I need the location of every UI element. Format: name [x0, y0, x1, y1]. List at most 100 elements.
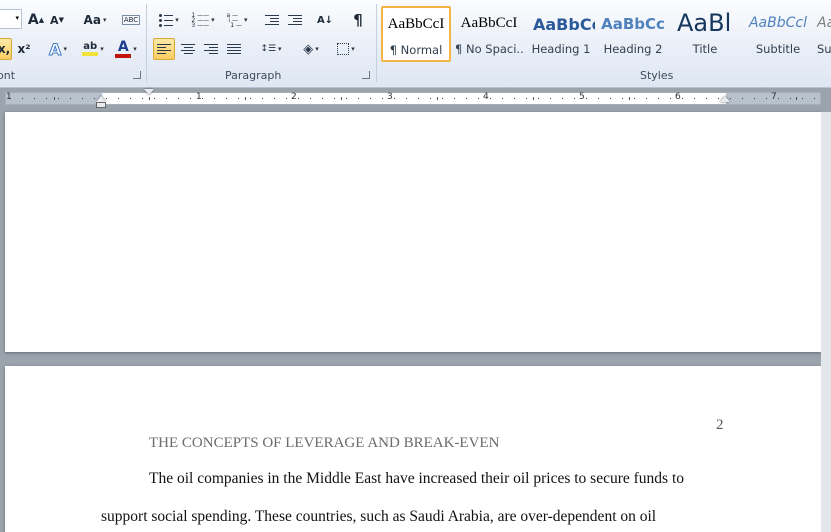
sort-button[interactable]: A↓	[314, 9, 336, 31]
align-center-button[interactable]	[177, 38, 199, 60]
bullets-button[interactable]: ▾	[154, 9, 184, 31]
align-left-button[interactable]	[153, 38, 175, 60]
ruler-dot	[106, 98, 107, 99]
ruler-dot	[646, 98, 647, 99]
ruler-dot	[142, 98, 143, 99]
ruler-dot	[586, 98, 587, 99]
change-case-button[interactable]: Aa ▾	[80, 9, 110, 31]
paragraph-dialog-launcher[interactable]	[362, 71, 370, 79]
ruler-dot	[394, 98, 395, 99]
shading-button[interactable]: ◈ ▾	[296, 38, 326, 60]
style-heading-1[interactable]: AaBbCc Heading 1	[526, 6, 596, 62]
align-right-button[interactable]	[200, 38, 222, 60]
ruler-dot	[622, 98, 623, 99]
borders-button[interactable]: ▾	[331, 38, 361, 60]
ruler-dot	[574, 98, 575, 99]
ruler-number: 3	[387, 92, 393, 102]
decrease-indent-button[interactable]	[262, 9, 282, 31]
multilevel-list-button[interactable]: a — i — 1 — ▾	[222, 9, 252, 31]
ruler-dot	[598, 98, 599, 99]
style-subtitle[interactable]: AaBbCcl Subtitle	[743, 6, 813, 62]
ruler-dot	[718, 98, 719, 99]
style-heading-2[interactable]: AaBbCc Heading 2	[598, 6, 668, 62]
document-page-1[interactable]	[5, 112, 821, 352]
ruler-dot	[418, 98, 419, 99]
ruler-dot	[310, 98, 311, 99]
borders-icon	[337, 43, 350, 55]
shrink-font-button[interactable]: A ▼	[48, 9, 66, 31]
style-subtle-emphasis[interactable]: Aa Su	[816, 6, 831, 62]
ruler-dot	[10, 98, 11, 99]
vertical-scrollbar[interactable]	[821, 112, 831, 532]
ruler-dot	[70, 98, 71, 99]
superscript-button[interactable]: x²	[14, 38, 34, 60]
ruler-dot	[562, 98, 563, 99]
right-indent-marker[interactable]	[720, 96, 730, 102]
ruler-dot	[778, 98, 779, 99]
paragraph-line-1[interactable]: The oil companies in the Middle East hav…	[149, 470, 684, 488]
ruler-dot	[202, 98, 203, 99]
ruler-dot	[802, 98, 803, 99]
font-group-label: ont	[0, 69, 16, 82]
ruler-dot	[46, 98, 47, 99]
page-number: 2	[716, 417, 724, 433]
align-center-icon	[181, 44, 195, 54]
align-left-icon	[157, 44, 171, 54]
subscript-button[interactable]: x,	[0, 38, 12, 60]
font-size-box[interactable]: ▾	[0, 9, 22, 29]
decrease-indent-icon	[265, 15, 279, 25]
increase-indent-icon	[288, 15, 302, 25]
text-effects-button[interactable]: A ▾	[44, 38, 72, 60]
ruler-dot	[238, 98, 239, 99]
ruler-dot	[82, 98, 83, 99]
grow-font-button[interactable]: A ▲	[27, 9, 45, 31]
show-formatting-button[interactable]: ¶	[348, 9, 368, 31]
ruler-number: 1	[6, 92, 12, 102]
styles-group-label: Styles	[640, 69, 674, 82]
ruler-dot	[658, 98, 659, 99]
ruler-dot	[118, 98, 119, 99]
justify-button[interactable]	[223, 38, 245, 60]
ruler-dot	[670, 98, 671, 99]
line-spacing-icon: ↕☰	[260, 44, 277, 54]
document-page-2[interactable]: 2 THE CONCEPTS OF LEVERAGE AND BREAK-EVE…	[5, 366, 821, 532]
ruler-dot	[22, 98, 23, 99]
style-title[interactable]: AaBl Title	[670, 6, 740, 62]
first-line-indent-marker[interactable]	[144, 89, 154, 95]
numbering-button[interactable]: 1 —— 2 —— 3 —— ▾	[188, 9, 218, 31]
ruler-dot	[334, 98, 335, 99]
ruler-dot	[214, 98, 215, 99]
horizontal-ruler[interactable]: 1 1 2 3 4 5 6 7	[5, 92, 821, 105]
ruler-dot	[286, 98, 287, 99]
ruler-dot	[538, 98, 539, 99]
ruler-dot	[454, 98, 455, 99]
ruler-dot	[442, 98, 443, 99]
ruler-dot	[694, 98, 695, 99]
ruler-dot	[610, 98, 611, 99]
ruler-number: 2	[291, 92, 297, 102]
paint-bucket-icon: ◈	[303, 41, 314, 57]
ruler-dot	[370, 98, 371, 99]
ruler-dot	[814, 98, 815, 99]
sort-icon: A↓	[316, 14, 334, 26]
font-color-swatch	[115, 53, 132, 58]
line-spacing-button[interactable]: ↕☰ ▾	[256, 38, 286, 60]
paragraph-line-2[interactable]: support social spending. These countries…	[101, 508, 656, 526]
ruler-dot	[754, 98, 755, 99]
clear-formatting-button[interactable]: ABC	[121, 9, 141, 31]
text-highlight-button[interactable]: ab ▾	[78, 38, 108, 60]
ruler-dot	[130, 98, 131, 99]
ruler-dot	[502, 98, 503, 99]
ruler-dot	[526, 98, 527, 99]
font-dialog-launcher[interactable]	[133, 71, 141, 79]
ruler-dot	[178, 98, 179, 99]
ruler-dot	[466, 98, 467, 99]
ruler-dot	[190, 98, 191, 99]
style-no-spacing[interactable]: AaBbCcI ¶ No Spaci...	[454, 6, 524, 62]
font-color-button[interactable]: A ▾	[111, 38, 141, 60]
ruler-dot	[58, 98, 59, 99]
align-right-icon	[204, 44, 218, 54]
left-indent-marker[interactable]	[96, 102, 106, 108]
style-normal[interactable]: AaBbCcI ¶ Normal	[381, 6, 451, 62]
increase-indent-button[interactable]	[285, 9, 305, 31]
